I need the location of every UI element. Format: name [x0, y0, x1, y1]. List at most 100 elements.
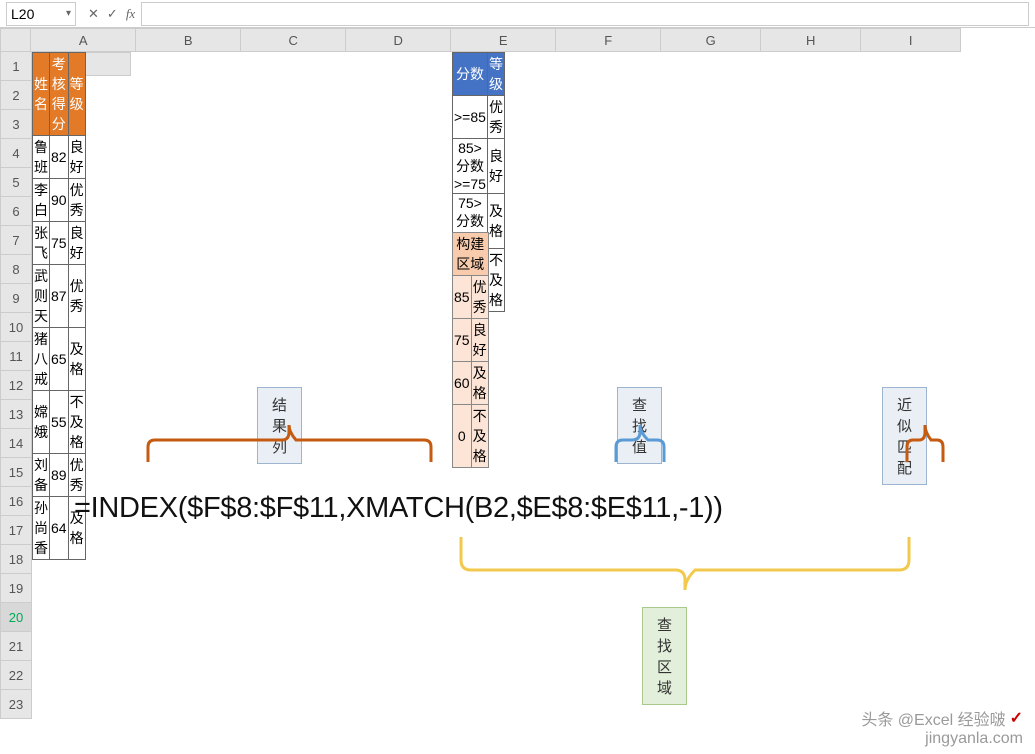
row-header-17[interactable]: 17 [0, 516, 32, 545]
row-header-11[interactable]: 11 [0, 342, 32, 371]
column-headers: ABCDEFGHIJ [0, 28, 1035, 52]
cell[interactable]: 及格 [471, 362, 488, 405]
column-header-A[interactable]: A [31, 28, 136, 52]
cell[interactable]: 87 [50, 265, 69, 328]
table-row[interactable]: 0不及格 [453, 405, 489, 468]
table-row[interactable]: 嫦娥55不及格 [33, 391, 86, 454]
cell[interactable]: 64 [50, 497, 69, 560]
cell[interactable]: 刘备 [33, 454, 50, 497]
cell[interactable]: 82 [50, 136, 69, 179]
col-header-name: 姓名 [33, 53, 50, 136]
cell[interactable]: 90 [50, 179, 69, 222]
row-header-14[interactable]: 14 [0, 429, 32, 458]
row-header-19[interactable]: 19 [0, 574, 32, 603]
table-row[interactable]: 85优秀 [453, 276, 489, 319]
cell[interactable]: 李白 [33, 179, 50, 222]
fx-icon[interactable]: fx [126, 6, 135, 22]
cell[interactable]: 55 [50, 391, 69, 454]
watermark-line2: jingyanla.com [861, 730, 1023, 748]
row-header-18[interactable]: 18 [0, 545, 32, 574]
cell[interactable]: 嫦娥 [33, 391, 50, 454]
data-table-lookup: 构建区域 85优秀75良好60及格0不及格 [452, 232, 489, 468]
cell[interactable]: 89 [50, 454, 69, 497]
cell[interactable]: 优秀 [471, 276, 488, 319]
data-table-main: 姓名 考核得分 等级 鲁班82良好李白90优秀张飞75良好武则天87优秀猪八戒6… [32, 52, 86, 560]
table-row[interactable]: 猪八戒65及格 [33, 328, 86, 391]
row-header-3[interactable]: 3 [0, 110, 32, 139]
cell[interactable]: 良好 [487, 139, 504, 194]
chevron-down-icon[interactable]: ▾ [66, 8, 71, 19]
row-header-5[interactable]: 5 [0, 168, 32, 197]
row-header-1[interactable]: 1 [0, 52, 32, 81]
callout-lookup-range: 查找区域 [642, 607, 687, 705]
table-row[interactable]: 武则天87优秀 [33, 265, 86, 328]
cell[interactable]: 武则天 [33, 265, 50, 328]
name-box[interactable]: L20 ▾ [6, 2, 76, 26]
cell[interactable]: 不及格 [68, 391, 85, 454]
cell[interactable]: 75 [453, 319, 472, 362]
column-header-I[interactable]: I [861, 28, 961, 52]
cell[interactable]: 张飞 [33, 222, 50, 265]
column-header-C[interactable]: C [241, 28, 346, 52]
row-header-6[interactable]: 6 [0, 197, 32, 226]
cell[interactable]: 及格 [487, 194, 504, 249]
column-header-F[interactable]: F [556, 28, 661, 52]
cancel-icon[interactable]: ✕ [88, 6, 99, 22]
row-header-4[interactable]: 4 [0, 139, 32, 168]
row-header-12[interactable]: 12 [0, 371, 32, 400]
name-box-value: L20 [11, 6, 34, 22]
cell[interactable]: 0 [453, 405, 472, 468]
cell[interactable]: 60 [453, 362, 472, 405]
cell[interactable]: 良好 [68, 222, 85, 265]
row-header-7[interactable]: 7 [0, 226, 32, 255]
brace-approx-icon [902, 422, 948, 467]
row-header-13[interactable]: 13 [0, 400, 32, 429]
table-row[interactable]: 刘备89优秀 [33, 454, 86, 497]
cell[interactable]: 85>分数>=75 [453, 139, 488, 194]
column-header-H[interactable]: H [761, 28, 861, 52]
cell[interactable]: 65 [50, 328, 69, 391]
table-row[interactable]: 鲁班82良好 [33, 136, 86, 179]
cell[interactable]: 优秀 [68, 265, 85, 328]
row-header-21[interactable]: 21 [0, 632, 32, 661]
confirm-icon[interactable]: ✓ [107, 6, 118, 22]
cell[interactable]: 猪八戒 [33, 328, 50, 391]
cell[interactable]: 优秀 [487, 96, 504, 139]
table-row[interactable]: 75良好 [453, 319, 489, 362]
cell[interactable]: 良好 [68, 136, 85, 179]
formula-input[interactable] [141, 2, 1029, 26]
big-formula-text: =INDEX($F$8:$F$11,XMATCH(B2,$E$8:$E$11,-… [74, 492, 723, 525]
row-header-22[interactable]: 22 [0, 661, 32, 690]
cell[interactable]: 85 [453, 276, 472, 319]
cell[interactable]: 优秀 [68, 454, 85, 497]
column-header-G[interactable]: G [661, 28, 761, 52]
cell[interactable]: 孙尚香 [33, 497, 50, 560]
table-row[interactable]: 60及格 [453, 362, 489, 405]
column-header-E[interactable]: E [451, 28, 556, 52]
column-header-B[interactable]: B [136, 28, 241, 52]
row-header-23[interactable]: 23 [0, 690, 32, 719]
row-header-16[interactable]: 16 [0, 487, 32, 516]
cell[interactable]: >=85 [453, 96, 488, 139]
cell[interactable]: 鲁班 [33, 136, 50, 179]
row-header-10[interactable]: 10 [0, 313, 32, 342]
row-header-20[interactable]: 20 [0, 603, 32, 632]
spreadsheet-grid[interactable]: ABCDEFGHIJ 12345678910111213141516171819… [0, 28, 1035, 52]
table-row[interactable]: 85>分数>=75良好 [453, 139, 505, 194]
select-all-corner[interactable] [0, 28, 31, 52]
cell[interactable]: 及格 [68, 328, 85, 391]
cell[interactable]: 不及格 [471, 405, 488, 468]
row-header-9[interactable]: 9 [0, 284, 32, 313]
cell[interactable]: 不及格 [487, 249, 504, 312]
table-row[interactable]: >=85优秀 [453, 96, 505, 139]
cell[interactable]: 良好 [471, 319, 488, 362]
row-header-8[interactable]: 8 [0, 255, 32, 284]
table-row[interactable]: 李白90优秀 [33, 179, 86, 222]
row-header-15[interactable]: 15 [0, 458, 32, 487]
cell[interactable]: 75 [50, 222, 69, 265]
col-header-score: 考核得分 [50, 53, 69, 136]
column-header-D[interactable]: D [346, 28, 451, 52]
table-row[interactable]: 张飞75良好 [33, 222, 86, 265]
row-header-2[interactable]: 2 [0, 81, 32, 110]
cell[interactable]: 优秀 [68, 179, 85, 222]
